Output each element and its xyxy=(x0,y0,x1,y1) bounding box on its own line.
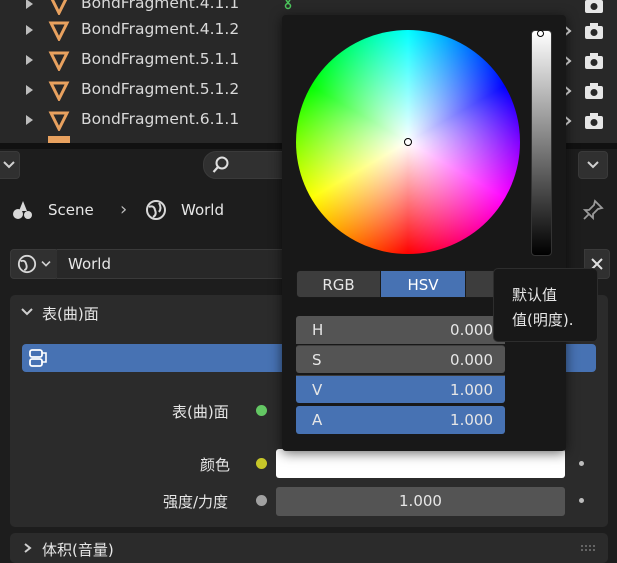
options-dropdown[interactable] xyxy=(578,151,608,179)
keyframe-dot-icon[interactable] xyxy=(579,461,584,466)
strength-field[interactable]: 1.000 xyxy=(276,487,565,516)
strength-value: 1.000 xyxy=(399,492,442,510)
tooltip-line-2: 值(明度). xyxy=(512,311,574,329)
tooltip-line-1: 默认值 xyxy=(512,286,558,304)
hue-key: H xyxy=(312,321,324,339)
search-input[interactable] xyxy=(203,151,285,179)
alpha-field[interactable]: A 1.000 xyxy=(296,406,505,434)
color-label: 颜色 xyxy=(200,456,231,474)
value-slider[interactable] xyxy=(531,30,552,256)
breadcrumb-separator: › xyxy=(120,199,128,220)
value-slider-handle[interactable] xyxy=(537,30,544,37)
value-socket-icon[interactable] xyxy=(256,495,267,506)
wheel-cursor[interactable] xyxy=(404,138,412,146)
world-name-field[interactable]: World xyxy=(57,249,298,279)
alpha-value: 1.000 xyxy=(450,411,493,429)
world-icon xyxy=(17,254,37,274)
hue-field[interactable]: H 0.000 xyxy=(296,316,505,344)
world-browse-button[interactable] xyxy=(10,249,59,279)
chevron-down-icon xyxy=(41,261,51,267)
breadcrumb-scene: Scene xyxy=(48,201,94,219)
mesh-object-icon xyxy=(48,51,70,71)
popup-anchor-icon xyxy=(284,0,292,10)
chevron-right-icon[interactable] xyxy=(22,542,34,554)
node-tree-icon xyxy=(29,349,47,367)
tab-rgb[interactable]: RGB xyxy=(296,270,381,298)
color-mode-tabs: RGB HSV xyxy=(296,270,502,298)
camera-icon[interactable] xyxy=(584,112,604,130)
scene-icon xyxy=(13,201,32,219)
outliner-item-label: BondFragment.4.1.1 xyxy=(81,0,240,12)
surface-label: 表(曲)面 xyxy=(172,403,229,421)
outliner-item-label: BondFragment.5.1.2 xyxy=(81,80,240,98)
editor-type-dropdown[interactable] xyxy=(0,151,20,179)
outliner-item-label: BondFragment.6.1.1 xyxy=(81,110,240,128)
partial-object-icon xyxy=(48,136,70,143)
mesh-object-icon xyxy=(48,21,70,41)
pin-icon[interactable] xyxy=(582,199,604,221)
outliner-item-label: BondFragment.4.1.2 xyxy=(81,20,240,38)
chevron-down-icon xyxy=(587,161,599,169)
saturation-field[interactable]: S 0.000 xyxy=(296,345,505,373)
value-field[interactable]: V 1.000 xyxy=(296,375,505,403)
chevron-down-icon[interactable] xyxy=(20,306,34,318)
world-name-text: World xyxy=(68,255,111,273)
chevron-down-icon xyxy=(3,161,15,169)
strength-label: 强度/力度 xyxy=(163,493,229,511)
world-icon xyxy=(146,200,166,220)
color-socket-icon[interactable] xyxy=(256,458,267,469)
expand-arrow-icon[interactable] xyxy=(26,55,33,65)
color-swatch-field[interactable] xyxy=(276,449,565,478)
tooltip: 默认值 值(明度). xyxy=(493,268,598,342)
mesh-object-icon xyxy=(48,81,70,101)
value-value: 1.000 xyxy=(450,381,493,399)
camera-icon[interactable] xyxy=(584,22,604,40)
expand-arrow-icon[interactable] xyxy=(26,25,33,35)
hue-value: 0.000 xyxy=(450,321,493,339)
tab-hsv[interactable]: HSV xyxy=(380,270,466,298)
keyframe-dot-icon[interactable] xyxy=(579,498,584,503)
camera-icon[interactable] xyxy=(584,0,604,14)
camera-icon[interactable] xyxy=(584,52,604,70)
search-icon xyxy=(212,156,229,173)
volume-panel-header[interactable]: 体积(音量) xyxy=(42,539,114,560)
saturation-key: S xyxy=(312,351,322,369)
mesh-object-icon xyxy=(50,0,68,15)
drag-handle-icon[interactable] xyxy=(580,544,596,551)
surface-panel-header[interactable]: 表(曲)面 xyxy=(42,303,99,324)
mesh-object-icon xyxy=(48,111,70,131)
camera-icon[interactable] xyxy=(584,82,604,100)
shader-socket-icon[interactable] xyxy=(256,405,267,416)
expand-arrow-icon[interactable] xyxy=(26,115,33,125)
breadcrumb-world: World xyxy=(181,201,224,219)
saturation-value: 0.000 xyxy=(450,351,493,369)
expand-arrow-icon[interactable] xyxy=(26,0,33,9)
value-key: V xyxy=(312,381,323,399)
alpha-key: A xyxy=(312,411,323,429)
outliner-item-label: BondFragment.5.1.1 xyxy=(81,50,240,68)
expand-arrow-icon[interactable] xyxy=(26,85,33,95)
